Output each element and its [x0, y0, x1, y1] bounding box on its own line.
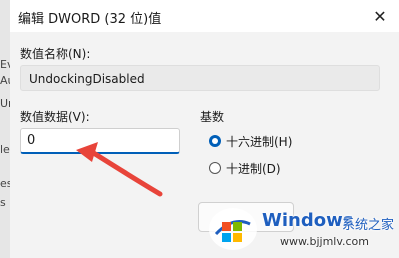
- value-data-label: 数值数据(V):: [20, 110, 90, 124]
- background-text: le: [0, 143, 10, 156]
- red-arrow-annotation: [76, 142, 163, 197]
- base-group-label: 基数: [200, 110, 225, 124]
- background-text: s: [0, 196, 6, 209]
- windows-logo-icon: [209, 208, 257, 250]
- value-name-label: 数值名称(N):: [20, 47, 91, 61]
- hex-radio-label: 十六进制(H): [226, 135, 293, 149]
- decimal-radio-label: 十进制(D): [226, 162, 281, 176]
- watermark-subtitle: 系统之家: [342, 218, 395, 233]
- close-button[interactable]: ✕: [367, 3, 393, 29]
- watermark-title: Windows: [262, 210, 354, 231]
- title-bar: 编辑 DWORD (32 位)值 ✕: [10, 0, 399, 32]
- dialog-title: 编辑 DWORD (32 位)值: [18, 12, 162, 27]
- decimal-radio[interactable]: [209, 162, 221, 174]
- arrow-shaft: [89, 149, 163, 197]
- watermark-url: www.bjjmlv.com: [280, 235, 369, 248]
- hex-radio[interactable]: [209, 135, 221, 147]
- value-name-field: UndockingDisabled: [20, 65, 380, 91]
- watermark: Windows 系统之家 www.bjjmlv.com: [200, 200, 399, 258]
- close-icon: ✕: [373, 6, 387, 26]
